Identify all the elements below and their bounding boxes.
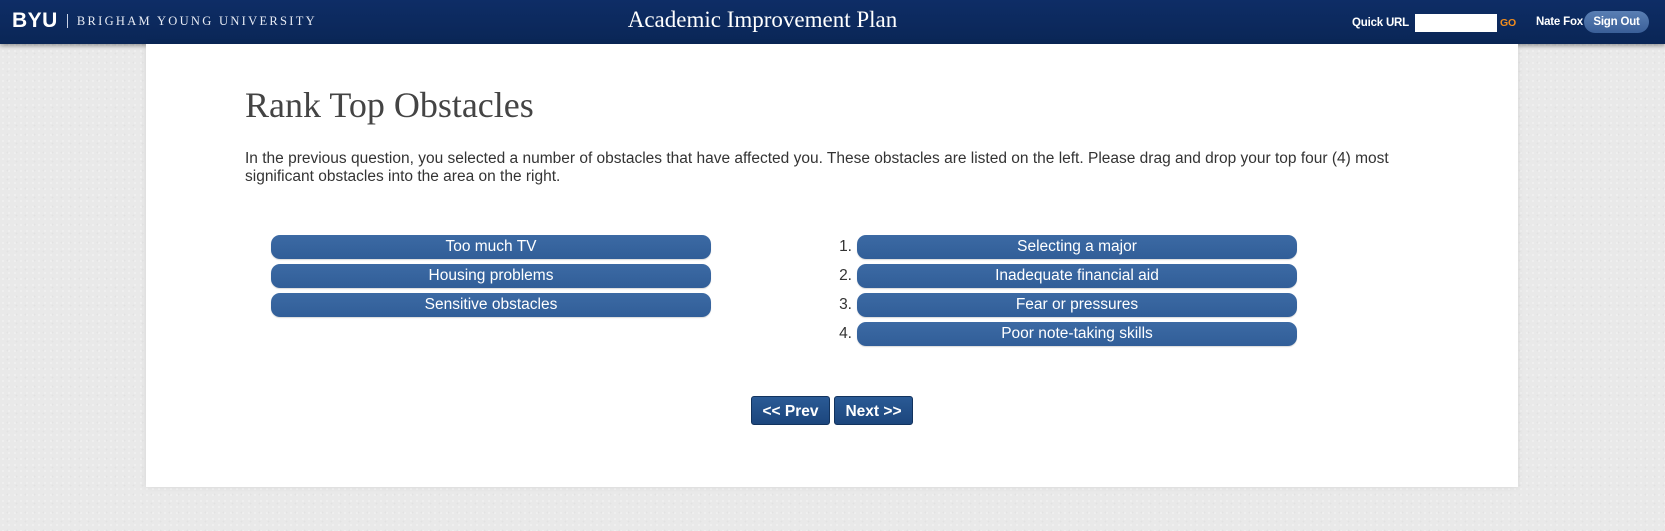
content-panel: Rank Top Obstacles In the previous quest… — [146, 44, 1518, 487]
top-header-bar: BYU BRIGHAM YOUNG UNIVERSITY Academic Im… — [0, 0, 1665, 44]
user-name: Nate Fox — [1536, 16, 1583, 28]
available-obstacle-item[interactable]: Too much TV — [271, 235, 711, 259]
ranked-obstacle-item[interactable]: Poor note-taking skills — [857, 322, 1297, 346]
quick-url-group: Quick URL GO — [1352, 14, 1516, 32]
rank-number: 2. — [839, 267, 852, 284]
ranked-obstacle-item[interactable]: Fear or pressures — [857, 293, 1297, 317]
app-title: Academic Improvement Plan — [627, 7, 898, 32]
sign-out-button[interactable]: Sign Out — [1584, 11, 1649, 33]
prev-button[interactable]: << Prev — [751, 396, 830, 425]
ranked-obstacle-item[interactable]: Selecting a major — [857, 235, 1297, 259]
rank-number: 3. — [839, 296, 852, 313]
go-button[interactable]: GO — [1500, 17, 1516, 29]
ranked-obstacle-item[interactable]: Inadequate financial aid — [857, 264, 1297, 288]
available-obstacle-item[interactable]: Sensitive obstacles — [271, 293, 711, 317]
quick-url-input[interactable] — [1415, 14, 1497, 32]
quick-url-label: Quick URL — [1352, 17, 1409, 29]
instructions-text: In the previous question, you selected a… — [245, 150, 1389, 185]
available-obstacle-item[interactable]: Housing problems — [271, 264, 711, 288]
rank-number: 4. — [839, 325, 852, 342]
page-title: Rank Top Obstacles — [245, 85, 534, 125]
next-button[interactable]: Next >> — [834, 396, 913, 425]
rank-number: 1. — [839, 238, 852, 255]
